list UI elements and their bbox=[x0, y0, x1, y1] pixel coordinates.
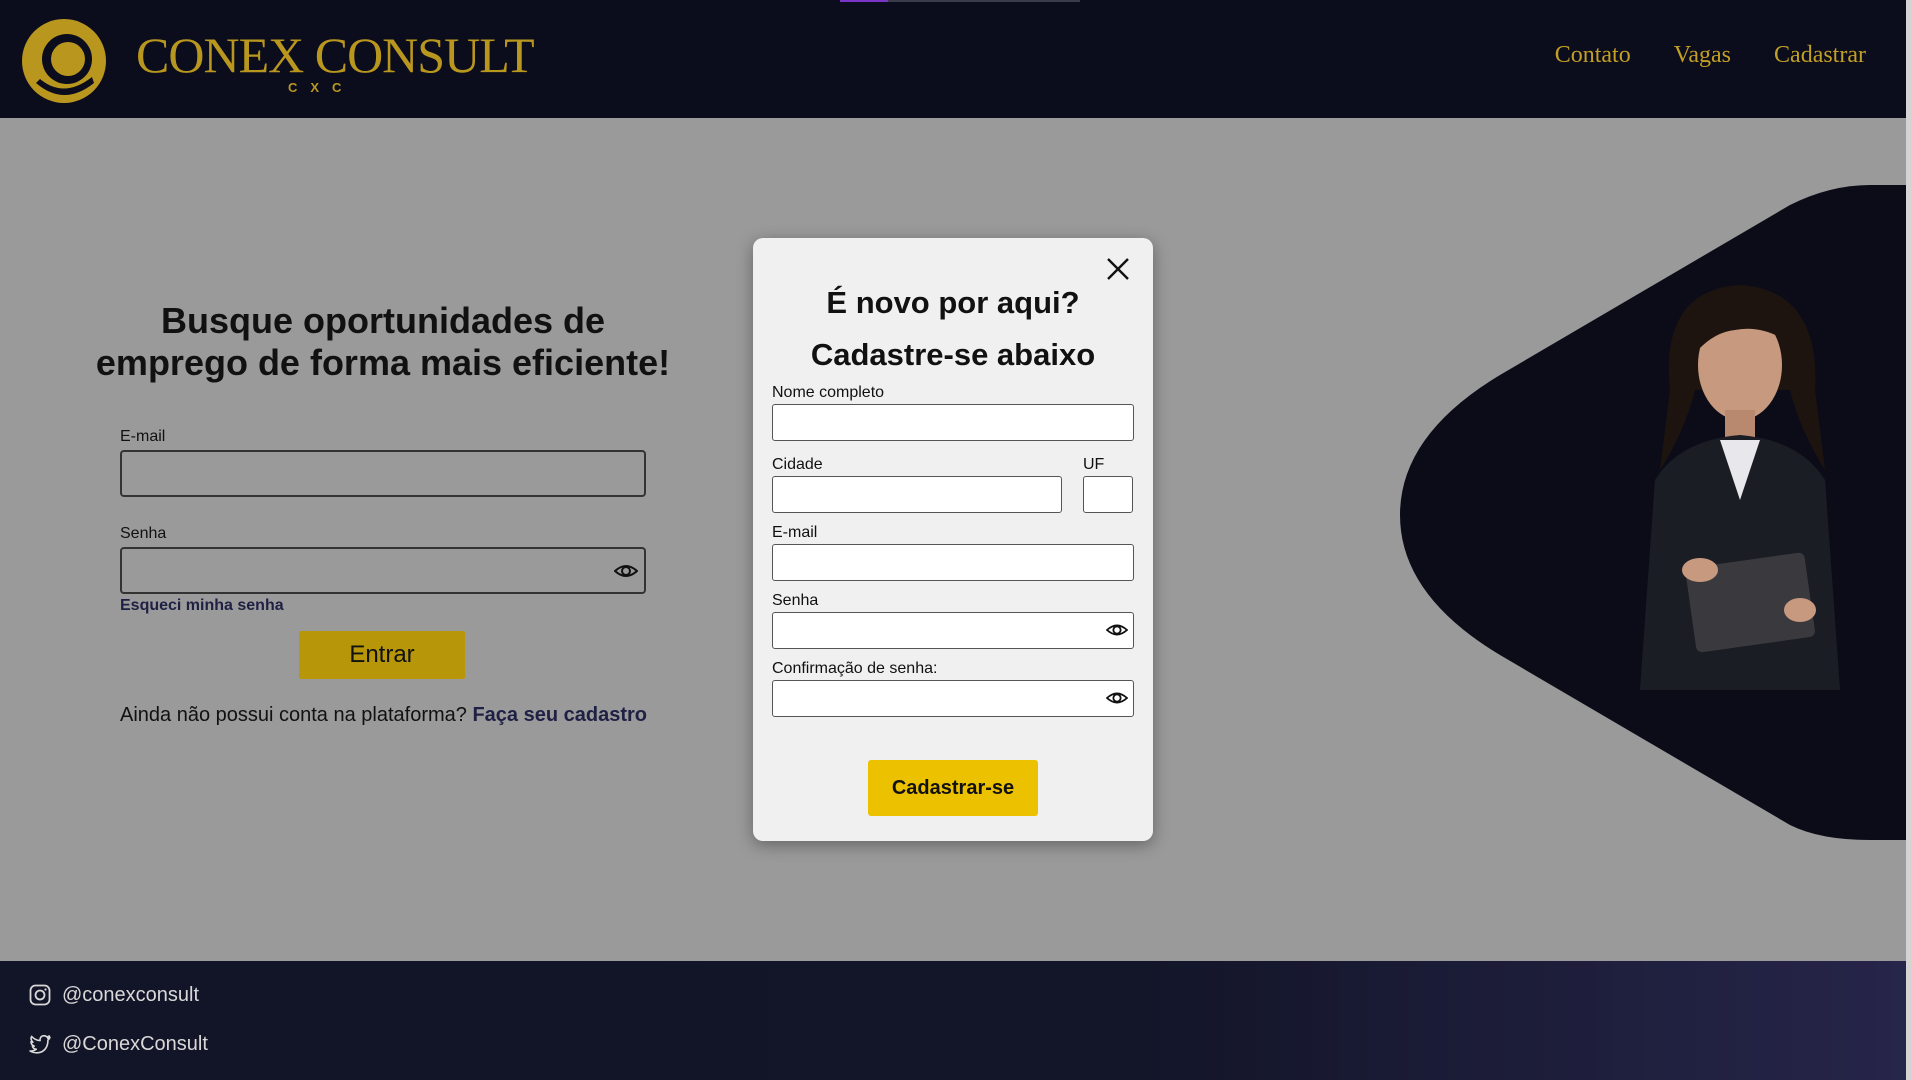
instagram-icon bbox=[29, 984, 51, 1006]
signup-password-wrapper bbox=[772, 612, 1134, 649]
signup-password-label: Senha bbox=[772, 592, 819, 609]
state-input[interactable] bbox=[1083, 476, 1133, 513]
full-name-field: Nome completo bbox=[772, 384, 1134, 441]
full-name-label: Nome completo bbox=[772, 384, 885, 401]
close-icon[interactable] bbox=[1105, 256, 1131, 282]
show-password-eye-icon[interactable] bbox=[1106, 620, 1128, 640]
state-field: UF bbox=[1083, 452, 1133, 513]
signup-modal: É novo por aqui? Cadastre-se abaixo Nome… bbox=[753, 238, 1153, 841]
instagram-handle[interactable]: @conexconsult bbox=[62, 984, 199, 1007]
password-confirm-label: Confirmação de senha: bbox=[772, 660, 938, 677]
city-label: Cidade bbox=[772, 456, 823, 473]
modal-title: É novo por aqui? bbox=[826, 285, 1080, 320]
password-confirm-input[interactable] bbox=[772, 680, 1134, 717]
page-scrollbar[interactable] bbox=[1906, 0, 1911, 1080]
login-password-wrapper bbox=[120, 547, 646, 594]
login-submit-button[interactable]: Entrar bbox=[299, 631, 465, 679]
businesswoman-illustration bbox=[1640, 285, 1840, 690]
login-password-input[interactable] bbox=[120, 547, 646, 594]
brand-name[interactable]: CONEX CONSULT bbox=[136, 30, 535, 80]
state-label: UF bbox=[1083, 456, 1105, 473]
signup-email-input[interactable] bbox=[772, 544, 1134, 581]
nav-vagas[interactable]: Vagas bbox=[1674, 42, 1731, 69]
password-confirm-wrapper bbox=[772, 680, 1134, 717]
login-email-input[interactable] bbox=[120, 450, 646, 497]
signup-submit-button[interactable]: Cadastrar-se bbox=[868, 760, 1038, 816]
twitter-handle[interactable]: @ConexConsult bbox=[62, 1033, 208, 1056]
conex-logo-icon[interactable] bbox=[20, 17, 108, 105]
signup-email-label: E-mail bbox=[772, 524, 818, 541]
hero-title: Busque oportunidades de emprego de forma… bbox=[95, 300, 671, 383]
twitter-link[interactable]: @ConexConsult bbox=[28, 1032, 208, 1056]
login-password-label: Senha bbox=[120, 525, 167, 542]
page-progress-bar bbox=[840, 0, 1080, 2]
top-navbar: CONEX CONSULT CXC Contato Vagas Cadastra… bbox=[0, 0, 1906, 118]
main-nav: Contato Vagas Cadastrar bbox=[1555, 42, 1866, 69]
signup-link[interactable]: Faça seu cadastro bbox=[472, 704, 647, 726]
forgot-password-link[interactable]: Esqueci minha senha bbox=[120, 597, 646, 615]
signup-email-field: E-mail bbox=[772, 524, 1134, 581]
city-field: Cidade bbox=[772, 452, 1062, 513]
brand-subtitle: CXC bbox=[288, 80, 355, 95]
city-input[interactable] bbox=[772, 476, 1062, 513]
signup-password-input[interactable] bbox=[772, 612, 1134, 649]
password-confirm-field: Confirmação de senha: bbox=[772, 660, 1134, 717]
login-form: E-mail Senha Esqueci minha senha Entrar … bbox=[120, 428, 647, 726]
nav-cadastrar[interactable]: Cadastrar bbox=[1774, 42, 1866, 69]
signup-prompt: Ainda não possui conta na plataforma? Fa… bbox=[120, 704, 647, 727]
show-password-eye-icon[interactable] bbox=[614, 560, 638, 582]
instagram-link[interactable]: @conexconsult bbox=[28, 983, 199, 1007]
full-name-input[interactable] bbox=[772, 404, 1134, 441]
twitter-icon bbox=[29, 1034, 51, 1054]
signup-prompt-text: Ainda não possui conta na plataforma? bbox=[120, 704, 467, 726]
city-state-row: Cidade UF bbox=[772, 452, 1134, 513]
footer: @conexconsult @ConexConsult bbox=[0, 961, 1906, 1080]
page-progress-fill bbox=[840, 0, 888, 2]
nav-contato[interactable]: Contato bbox=[1555, 42, 1631, 69]
modal-subtitle: Cadastre-se abaixo bbox=[810, 337, 1096, 372]
show-confirm-password-eye-icon[interactable] bbox=[1106, 688, 1128, 708]
login-email-label: E-mail bbox=[120, 428, 166, 445]
signup-password-field: Senha bbox=[772, 592, 1134, 649]
